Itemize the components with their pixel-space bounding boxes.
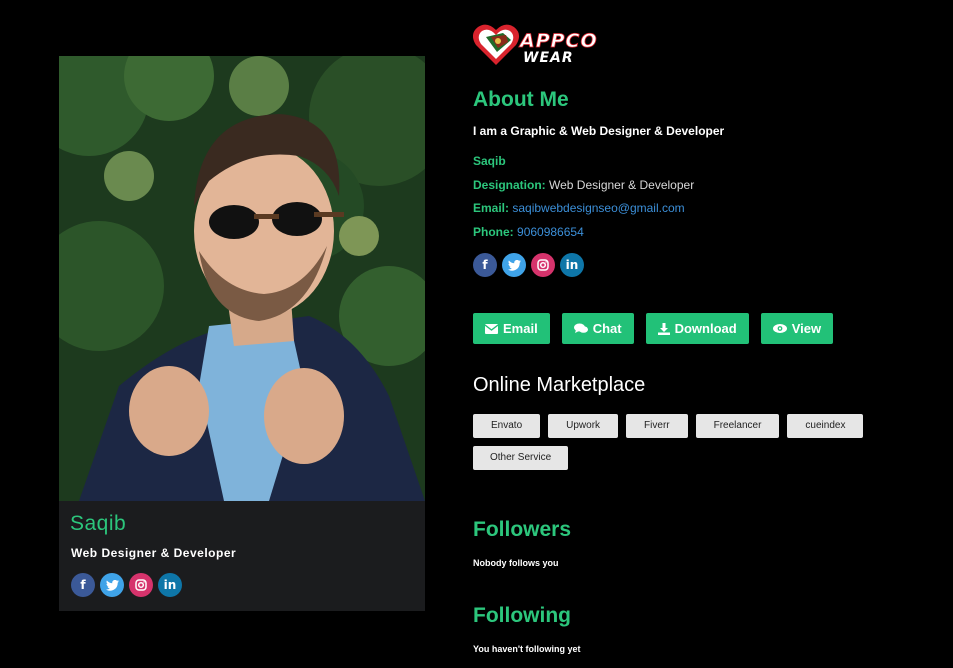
info-name-value: Saqib bbox=[473, 154, 506, 168]
about-heading: About Me bbox=[473, 88, 569, 111]
brand-logo[interactable]: APPCO WEAR bbox=[472, 22, 608, 66]
twitter-icon[interactable] bbox=[100, 573, 124, 597]
twitter-icon[interactable] bbox=[502, 253, 526, 277]
card-designation: Web Designer & Developer bbox=[71, 546, 237, 560]
tag-freelancer[interactable]: Freelancer bbox=[695, 414, 780, 438]
action-buttons: Email Chat Download View bbox=[473, 313, 834, 344]
designation-label: Designation: bbox=[473, 178, 546, 192]
tag-cueindex[interactable]: cueindex bbox=[787, 414, 864, 438]
following-note: You haven't following yet bbox=[473, 644, 581, 654]
tag-envato[interactable]: Envato bbox=[473, 414, 541, 438]
logo-text-wear: WEAR bbox=[523, 50, 574, 66]
tag-upwork[interactable]: Upwork bbox=[548, 414, 619, 438]
about-social-links: f in bbox=[473, 253, 584, 277]
instagram-icon[interactable] bbox=[531, 253, 555, 277]
tag-fiverr[interactable]: Fiverr bbox=[626, 414, 688, 438]
view-button[interactable]: View bbox=[760, 313, 834, 344]
info-email: Email: saqibwebdesignseo@gmail.com bbox=[473, 201, 685, 215]
phone-label: Phone: bbox=[473, 225, 514, 239]
email-button[interactable]: Email bbox=[473, 313, 550, 344]
linkedin-icon[interactable]: in bbox=[158, 573, 182, 597]
info-name: Saqib bbox=[473, 154, 506, 168]
following-heading: Following bbox=[473, 604, 571, 627]
chat-button-label: Chat bbox=[592, 321, 622, 336]
linkedin-icon[interactable]: in bbox=[560, 253, 584, 277]
profile-photo bbox=[59, 56, 425, 501]
card-name: Saqib bbox=[70, 512, 127, 535]
followers-heading: Followers bbox=[473, 518, 572, 541]
email-link[interactable]: saqibwebdesignseo@gmail.com bbox=[512, 201, 684, 215]
designation-value: Web Designer & Developer bbox=[549, 178, 695, 192]
marketplace-heading: Online Marketplace bbox=[473, 374, 646, 396]
comments-icon bbox=[573, 323, 588, 333]
info-phone: Phone: 9060986654 bbox=[473, 225, 584, 239]
instagram-icon[interactable] bbox=[129, 573, 153, 597]
download-icon bbox=[657, 322, 670, 335]
tag-other-service[interactable]: Other Service bbox=[473, 446, 569, 470]
info-designation: Designation: Web Designer & Developer bbox=[473, 178, 694, 192]
download-button-label: Download bbox=[674, 321, 737, 336]
download-button[interactable]: Download bbox=[645, 313, 749, 344]
chat-button[interactable]: Chat bbox=[561, 313, 634, 344]
about-tagline: I am a Graphic & Web Designer & Develope… bbox=[473, 124, 725, 138]
eye-icon bbox=[772, 324, 787, 333]
phone-link[interactable]: 9060986654 bbox=[517, 225, 584, 239]
email-button-label: Email bbox=[503, 321, 538, 336]
logo-text-appco: APPCO bbox=[518, 30, 598, 52]
profile-card: Saqib Web Designer & Developer f in bbox=[59, 56, 425, 611]
followers-note: Nobody follows you bbox=[473, 558, 559, 568]
facebook-icon[interactable]: f bbox=[71, 573, 95, 597]
marketplace-tags: Envato Upwork Fiverr Freelancer cueindex Othe… bbox=[473, 414, 903, 478]
view-button-label: View bbox=[791, 321, 822, 336]
card-social-links: f in bbox=[71, 573, 182, 597]
facebook-icon[interactable]: f bbox=[473, 253, 497, 277]
email-label: Email: bbox=[473, 201, 510, 215]
envelope-icon bbox=[485, 323, 498, 334]
